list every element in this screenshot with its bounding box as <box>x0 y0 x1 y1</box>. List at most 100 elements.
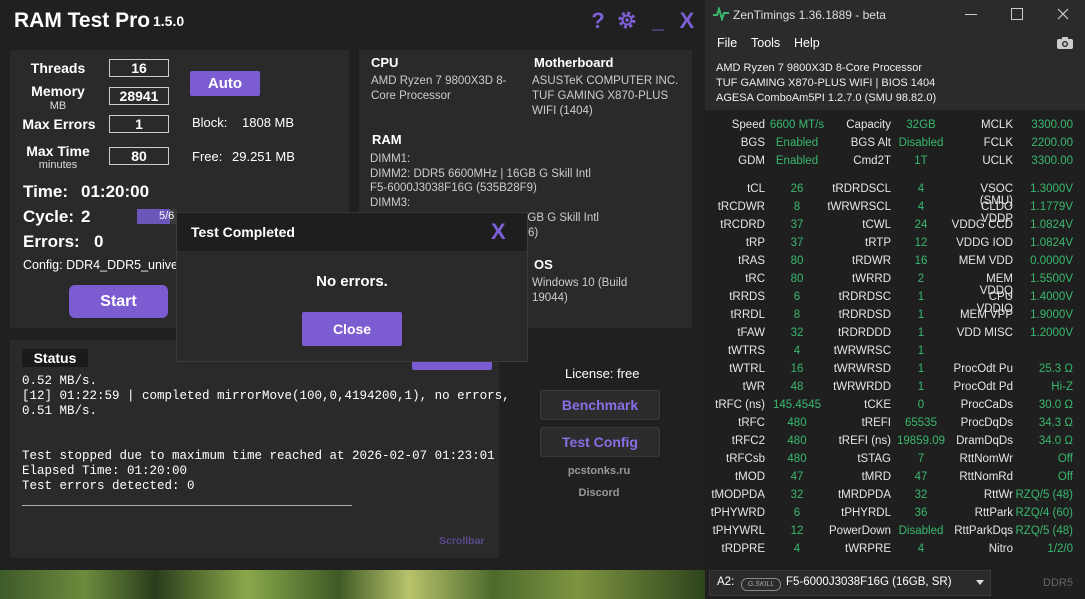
camera-icon[interactable] <box>1056 36 1074 50</box>
discord-link[interactable]: Discord <box>540 487 658 499</box>
timing-value: 1.9000V <box>1030 309 1073 321</box>
timing-value: 7 <box>917 453 925 465</box>
zt-close-button[interactable] <box>1057 8 1069 20</box>
timing-value: 34.3 Ω <box>1038 417 1073 429</box>
zt-minimize-button[interactable] <box>965 14 977 15</box>
timing-value: 1 <box>917 327 925 339</box>
menu-file[interactable]: File <box>717 36 737 50</box>
header-value: 3300.00 <box>1031 119 1073 131</box>
timing-label: VDDG IOD <box>956 237 1013 249</box>
timing-label: ProcOdt Pd <box>953 381 1013 393</box>
module-dropdown[interactable]: A2: G.SKILL F5-6000J3038F16G (16GB, SR) <box>709 570 991 596</box>
timing-label: tMOD <box>734 471 765 483</box>
ram-line-5: 6GB G Skill Intl <box>521 212 599 224</box>
timing-label: tREFI (ns) <box>838 435 891 447</box>
timing-label: tRFC2 <box>731 435 765 447</box>
timing-label: tRDWR <box>852 255 891 267</box>
timing-value: 32 <box>914 489 928 501</box>
timing-label: MEM VDD <box>958 255 1013 267</box>
timing-value: 480 <box>787 435 807 447</box>
auto-button[interactable]: Auto <box>190 71 260 96</box>
timing-label: tWRWRDD <box>833 381 891 393</box>
dialog-title: Test Completed <box>191 224 295 240</box>
timing-label: tRRDS <box>729 291 765 303</box>
timing-value: 80 <box>790 255 804 267</box>
memory-field[interactable]: 28941 <box>109 87 169 105</box>
timing-value: 6 <box>793 507 801 519</box>
max-errors-field[interactable]: 1 <box>109 115 169 133</box>
timing-label: RttNomRd <box>959 471 1013 483</box>
timing-value: 30.0 Ω <box>1038 399 1073 411</box>
timing-value: 4 <box>917 183 925 195</box>
threads-field[interactable]: 16 <box>109 59 169 77</box>
menu-help[interactable]: Help <box>794 36 820 50</box>
timing-label: tRP <box>745 237 765 249</box>
timing-value: 1 <box>917 381 925 393</box>
test-config-button[interactable]: Test Config <box>540 427 660 457</box>
threads-label: Threads <box>30 60 86 76</box>
header-value: 1T <box>914 155 928 167</box>
timing-value: 24 <box>914 219 928 231</box>
timing-label: tWRWRSD <box>833 363 891 375</box>
website-link[interactable]: pcstonks.ru <box>540 465 658 477</box>
timing-value: 32 <box>790 489 804 501</box>
status-log-line <box>22 434 510 449</box>
cpu-line-2: Core Processor <box>371 90 451 102</box>
dialog-close-button[interactable]: Close <box>302 312 402 346</box>
timing-label: tRFCsb <box>726 453 765 465</box>
close-button[interactable]: X <box>678 8 696 34</box>
help-button[interactable]: ? <box>589 8 607 34</box>
dialog-header: Test Completed X <box>177 213 527 251</box>
timing-value: 8 <box>793 201 801 213</box>
timing-label: tPHYRDL <box>841 507 891 519</box>
max-time-field[interactable]: 80 <box>109 147 169 165</box>
timing-label: RttWr <box>983 489 1013 501</box>
timing-value: 145.4545 <box>773 399 821 411</box>
status-log: 0.52 MB/s. [12] 01:22:59 | completed mirr… <box>22 374 510 509</box>
timing-label: tCL <box>747 183 765 195</box>
gskill-logo: G.SKILL <box>741 578 781 591</box>
scrollbar-label[interactable]: Scrollbar <box>439 535 485 547</box>
minimize-button[interactable]: _ <box>650 8 666 34</box>
max-errors-label: Max Errors <box>22 116 96 132</box>
benchmark-button[interactable]: Benchmark <box>540 390 660 420</box>
timing-value: 12 <box>790 525 804 537</box>
timing-value: Off <box>1057 453 1073 465</box>
header-value: Disabled <box>898 137 944 149</box>
header-value: 3300.00 <box>1031 155 1073 167</box>
time-value: 01:20:00 <box>81 182 150 201</box>
header-label: GDM <box>738 155 765 167</box>
timing-value: 4 <box>793 543 801 555</box>
timing-value: 1.2000V <box>1030 327 1073 339</box>
status-log-line: Test errors detected: 0 <box>22 479 195 493</box>
timing-value: 32 <box>790 327 804 339</box>
timing-value: 34.0 Ω <box>1038 435 1073 447</box>
menu-tools[interactable]: Tools <box>751 36 780 50</box>
pulse-icon <box>713 7 729 21</box>
gear-icon <box>618 11 636 29</box>
ram-line-2: DIMM2: DDR5 6600MHz | 16GB G Skill Intl <box>370 168 591 180</box>
timing-label: ProcCaDs <box>960 399 1013 411</box>
timing-value: 1 <box>917 345 925 357</box>
settings-button[interactable] <box>616 9 638 31</box>
time-label: Time: <box>23 182 69 201</box>
block-value: 1808 MB <box>242 115 295 130</box>
agesa-info: AGESA ComboAm5PI 1.2.7.0 (SMU 98.82.0) <box>716 92 937 104</box>
timing-value: 4 <box>793 345 801 357</box>
timing-label: PowerDown <box>829 525 891 537</box>
cpu-info: AMD Ryzen 7 9800X3D 8-Core Processor <box>716 62 923 74</box>
start-button[interactable]: Start <box>69 285 168 318</box>
dialog-message: No errors. <box>316 273 388 290</box>
status-panel: Status Open Log 0.52 MB/s.[12] 01:22:59 … <box>10 340 510 558</box>
timing-value: 80 <box>790 273 804 285</box>
cpu-heading: CPU <box>371 55 399 70</box>
timing-label: RttParkDqs <box>954 525 1013 537</box>
timing-value: 480 <box>787 453 807 465</box>
zt-maximize-button[interactable] <box>1011 8 1023 20</box>
timing-label: tRDRDSCL <box>832 183 891 195</box>
timing-value: 4 <box>917 201 925 213</box>
timing-label: tRRDL <box>730 309 765 321</box>
app-title: RAM Test Pro <box>14 9 151 32</box>
dialog-close-x[interactable]: X <box>491 219 506 245</box>
header-label: Speed <box>731 119 765 131</box>
